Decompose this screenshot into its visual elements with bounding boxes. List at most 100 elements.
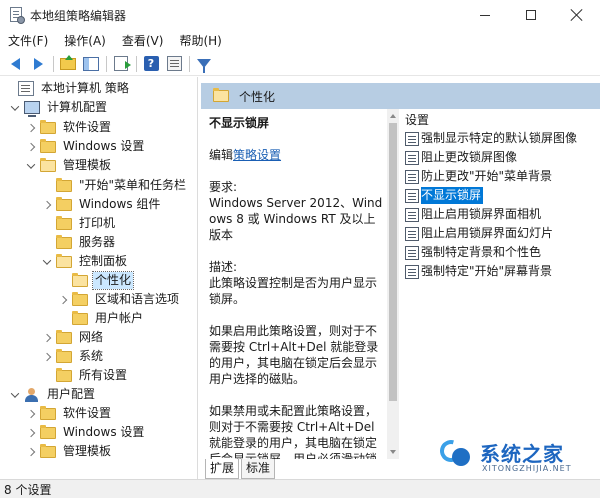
- toolbar: ?: [0, 52, 600, 76]
- filter-icon: [197, 59, 211, 73]
- window-title: 本地组策略编辑器: [30, 8, 127, 23]
- status-bar: 8 个设置: [0, 479, 600, 498]
- watermark-url: XITONGZHIJIA.NET: [482, 464, 572, 473]
- tree-item-label: "开始"菜单和任务栏: [79, 178, 187, 192]
- policy-setting-icon: [405, 226, 419, 241]
- list-item[interactable]: 阻止启用锁屏界面幻灯片: [405, 224, 597, 243]
- menu-view[interactable]: 查看(V): [114, 30, 172, 52]
- policy-setting-icon: [405, 245, 419, 260]
- policy-setting-icon: [405, 131, 419, 146]
- tree-item-user-config[interactable]: 用户配置: [0, 385, 197, 404]
- tree-item-label: 软件设置: [63, 120, 112, 134]
- menu-help[interactable]: 帮助(H): [171, 30, 229, 52]
- scroll-up-icon[interactable]: [390, 114, 396, 118]
- menu-action[interactable]: 操作(A): [56, 30, 114, 52]
- chevron-right-icon[interactable]: [26, 123, 36, 133]
- tree-item-control-panel[interactable]: 控制面板: [0, 252, 197, 271]
- help-button[interactable]: ?: [140, 54, 162, 74]
- list-item[interactable]: 阻止启用锁屏界面相机: [405, 205, 597, 224]
- up-one-level-button[interactable]: [57, 54, 79, 74]
- chevron-right-icon[interactable]: [58, 295, 68, 305]
- tree-item-label: 管理模板: [63, 444, 112, 458]
- policy-editor-app-icon: [8, 7, 25, 24]
- tree-item-root[interactable]: 本地计算机 策略: [0, 79, 197, 98]
- scroll-down-icon[interactable]: [390, 450, 396, 454]
- tree-item-computer-config[interactable]: 计算机配置: [0, 98, 197, 117]
- description-scrollbar[interactable]: [387, 109, 399, 459]
- chevron-down-icon[interactable]: [10, 390, 20, 400]
- folder-open-icon: [56, 253, 72, 268]
- filter-button[interactable]: [193, 54, 215, 74]
- scroll-thumb[interactable]: [389, 123, 397, 401]
- list-item-selected[interactable]: 不显示锁屏: [405, 186, 597, 205]
- chevron-right-icon[interactable]: [42, 200, 52, 210]
- settings-list: 设置 强制显示特定的默认锁屏图像 阻止更改锁屏图像 防止更改"开始"菜单背景 不…: [399, 109, 600, 459]
- tree-item-admin-templates[interactable]: 管理模板: [0, 156, 197, 175]
- tree-item-all-settings[interactable]: 所有设置: [0, 366, 197, 385]
- chevron-right-icon[interactable]: [42, 352, 52, 362]
- tree-item-user-software-settings[interactable]: 软件设置: [0, 404, 197, 423]
- chevron-right-icon[interactable]: [26, 142, 36, 152]
- chevron-down-icon[interactable]: [42, 257, 52, 267]
- chevron-right-icon[interactable]: [26, 428, 36, 438]
- policy-title: 不显示锁屏: [209, 116, 270, 130]
- requirements-label: 要求:: [209, 180, 238, 194]
- tree-item-label: Windows 设置: [63, 139, 145, 153]
- settings-column-header[interactable]: 设置: [405, 111, 429, 129]
- tab-standard[interactable]: 标准: [241, 459, 276, 479]
- minimize-button[interactable]: [462, 0, 508, 30]
- maximize-button[interactable]: [508, 0, 554, 30]
- tree-item-label: 所有设置: [79, 368, 128, 382]
- setting-label: 阻止启用锁屏界面相机: [421, 207, 542, 221]
- tab-extended[interactable]: 扩展: [205, 459, 240, 479]
- folder-icon: [56, 177, 72, 192]
- folder-icon: [56, 234, 72, 249]
- tree-item-user-admin-templates[interactable]: 管理模板: [0, 442, 197, 461]
- edit-policy-link[interactable]: 策略设置: [233, 148, 281, 162]
- menu-file[interactable]: 文件(F): [0, 30, 56, 52]
- close-button[interactable]: [554, 0, 600, 30]
- tree-item-windows-components[interactable]: Windows 组件: [0, 195, 197, 214]
- chevron-right-icon[interactable]: [26, 409, 36, 419]
- chevron-right-icon[interactable]: [42, 333, 52, 343]
- site-watermark: 系统之家 XITONGZHIJIA.NET: [435, 435, 590, 478]
- category-header: 个性化: [201, 83, 600, 109]
- folder-open-icon: [72, 272, 88, 287]
- tree-item-software-settings[interactable]: 软件设置: [0, 118, 197, 137]
- edit-policy-line: 编辑策略设置: [209, 147, 385, 163]
- folder-icon: [72, 291, 88, 306]
- list-item[interactable]: 强制特定背景和个性色: [405, 243, 597, 262]
- minimize-icon: [480, 14, 490, 16]
- tree-item-system[interactable]: 系统: [0, 347, 197, 366]
- back-button[interactable]: [4, 54, 26, 74]
- tree-item-windows-settings[interactable]: Windows 设置: [0, 137, 197, 156]
- tree-item-server[interactable]: 服务器: [0, 233, 197, 252]
- folder-icon: [40, 405, 56, 420]
- chevron-down-icon[interactable]: [10, 103, 20, 113]
- show-hide-tree-button[interactable]: [80, 54, 102, 74]
- tree-item-user-accounts[interactable]: 用户帐户: [0, 309, 197, 328]
- chevron-down-icon[interactable]: [26, 161, 36, 171]
- tree-item-start-menu-taskbar[interactable]: "开始"菜单和任务栏: [0, 176, 197, 195]
- tree-item-label: 本地计算机 策略: [41, 81, 129, 95]
- properties-button[interactable]: [163, 54, 185, 74]
- user-icon: [24, 387, 40, 402]
- description-text: 此策略设置控制是否为用户显示锁屏。: [209, 276, 378, 306]
- folder-icon: [72, 310, 88, 325]
- tree-item-personalization[interactable]: 个性化: [0, 271, 197, 290]
- tree-item-user-windows-settings[interactable]: Windows 设置: [0, 423, 197, 442]
- policy-setting-icon: [405, 207, 419, 222]
- folder-open-icon: [40, 157, 56, 172]
- tree-item-region-language[interactable]: 区域和语言选项: [0, 290, 197, 309]
- tree-item-network[interactable]: 网络: [0, 328, 197, 347]
- list-item[interactable]: 防止更改"开始"菜单背景: [405, 167, 597, 186]
- list-item[interactable]: 强制特定"开始"屏幕背景: [405, 262, 597, 281]
- tree-item-printers[interactable]: 打印机: [0, 214, 197, 233]
- chevron-right-icon[interactable]: [26, 447, 36, 457]
- export-icon: [114, 56, 131, 71]
- list-item[interactable]: 阻止更改锁屏图像: [405, 148, 597, 167]
- list-item[interactable]: 强制显示特定的默认锁屏图像: [405, 129, 597, 148]
- forward-button[interactable]: [27, 54, 49, 74]
- close-icon: [571, 9, 583, 21]
- export-list-button[interactable]: [110, 54, 132, 74]
